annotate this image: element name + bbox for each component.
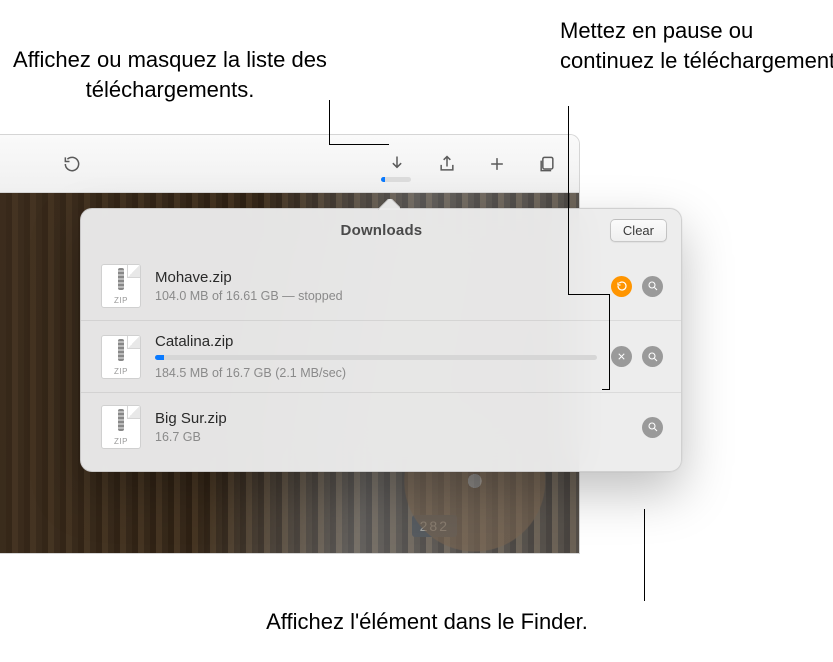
file-name: Mohave.zip <box>155 269 597 286</box>
download-item: ZIP Catalina.zip 184.5 MB of 16.7 GB (2.… <box>81 320 681 392</box>
file-name: Catalina.zip <box>155 333 597 350</box>
callout-bracket <box>602 294 610 390</box>
item-actions <box>611 346 663 367</box>
file-name: Big Sur.zip <box>155 410 628 427</box>
callout-show-hide: Affichez ou masquez la liste des télécha… <box>10 45 330 104</box>
file-info: Mohave.zip 104.0 MB of 16.61 GB — stoppe… <box>155 269 597 303</box>
callout-pause-resume: Mettez en pause ou continuez le téléchar… <box>560 16 833 75</box>
callout-line <box>329 144 389 145</box>
reload-icon[interactable] <box>60 152 84 176</box>
callout-line <box>644 509 645 601</box>
file-status: 184.5 MB of 16.7 GB (2.1 MB/sec) <box>155 366 597 380</box>
item-actions <box>611 276 663 297</box>
zip-file-icon: ZIP <box>101 335 141 379</box>
reveal-in-finder-button[interactable] <box>642 346 663 367</box>
downloads-button[interactable] <box>385 152 409 176</box>
new-tab-icon[interactable] <box>485 152 509 176</box>
share-icon[interactable] <box>435 152 459 176</box>
callout-line <box>329 100 330 144</box>
popover-header: Downloads Clear <box>81 209 681 250</box>
item-actions <box>642 417 663 438</box>
resume-button[interactable] <box>611 276 632 297</box>
browser-toolbar <box>0 135 579 193</box>
download-item: ZIP Big Sur.zip 16.7 GB <box>81 392 681 461</box>
popover-arrow <box>378 199 400 210</box>
callout-line <box>568 106 569 294</box>
download-item: ZIP Mohave.zip 104.0 MB of 16.61 GB — st… <box>81 252 681 320</box>
reveal-in-finder-button[interactable] <box>642 417 663 438</box>
file-info: Catalina.zip 184.5 MB of 16.7 GB (2.1 MB… <box>155 333 597 380</box>
file-status: 104.0 MB of 16.61 GB — stopped <box>155 289 597 303</box>
file-info: Big Sur.zip 16.7 GB <box>155 410 628 444</box>
stop-button[interactable] <box>611 346 632 367</box>
downloads-progress-indicator <box>381 177 411 182</box>
callout-line <box>568 294 602 295</box>
callout-reveal-finder: Affichez l'élément dans le Finder. <box>177 607 677 637</box>
downloads-list: ZIP Mohave.zip 104.0 MB of 16.61 GB — st… <box>81 250 681 471</box>
zip-file-icon: ZIP <box>101 405 141 449</box>
file-ext-label: ZIP <box>101 437 141 446</box>
downloads-popover: Downloads Clear ZIP Mohave.zip 104.0 MB … <box>80 208 682 472</box>
file-ext-label: ZIP <box>101 296 141 305</box>
file-ext-label: ZIP <box>101 367 141 376</box>
clear-button[interactable]: Clear <box>610 219 667 242</box>
reveal-in-finder-button[interactable] <box>642 276 663 297</box>
tabs-overview-icon[interactable] <box>535 152 559 176</box>
file-status: 16.7 GB <box>155 430 628 444</box>
zip-file-icon: ZIP <box>101 264 141 308</box>
download-progress-bar <box>155 355 597 360</box>
street-number: 282 <box>412 515 457 537</box>
popover-title: Downloads <box>153 222 610 239</box>
